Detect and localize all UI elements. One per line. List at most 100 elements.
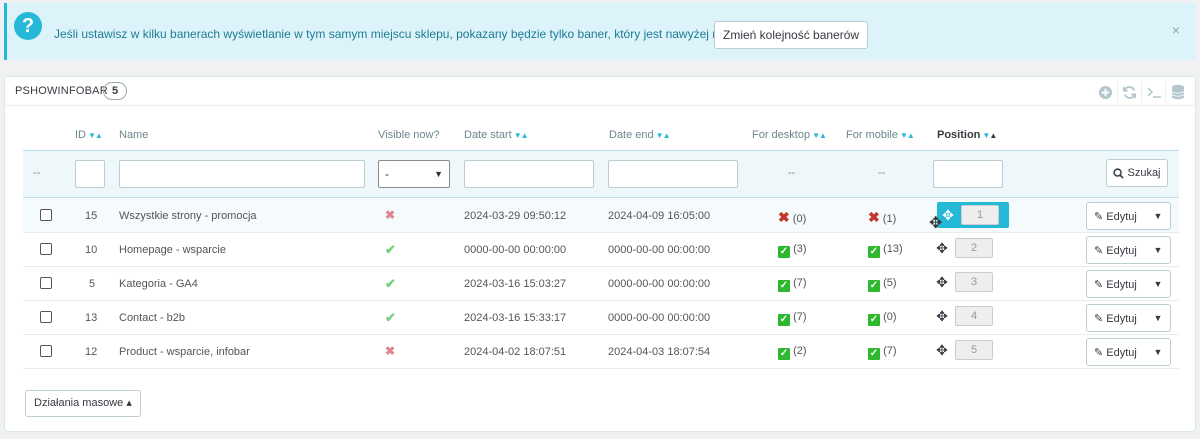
col-visible: Visible now? bbox=[378, 129, 440, 141]
move-icon[interactable]: ✥ bbox=[935, 274, 949, 291]
edit-button[interactable]: ✎ Edytuj ▼ bbox=[1086, 236, 1171, 264]
change-banner-order-button[interactable]: Zmień kolejność banerów bbox=[714, 21, 869, 49]
move-icon[interactable]: ✥ bbox=[935, 342, 949, 359]
table-row[interactable]: 5 Kategoria - GA4 ✔ 2024-03-16 15:03:27 0000… bbox=[23, 267, 1179, 301]
filter-visible-select[interactable]: - ▼ bbox=[378, 160, 450, 188]
row-id: 10 bbox=[85, 244, 98, 256]
row-mobile[interactable]: ✓ (7) bbox=[868, 345, 897, 360]
caret-down-icon[interactable]: ▼ bbox=[1146, 279, 1170, 289]
desktop-count: (0) bbox=[792, 213, 807, 225]
edit-text: Edytuj bbox=[1106, 278, 1137, 291]
bulk-actions-button[interactable]: Działania masowe ▴ bbox=[25, 390, 141, 417]
row-name: Wszystkie strony - promocja bbox=[119, 210, 257, 222]
row-desktop[interactable]: ✓ (2) bbox=[778, 345, 807, 360]
position-handle[interactable]: ✥ 5 bbox=[935, 340, 993, 360]
filter-position-input[interactable] bbox=[933, 160, 1003, 188]
row-desktop[interactable]: ✓ (7) bbox=[778, 277, 807, 292]
row-date-end: 0000-00-00 00:00:00 bbox=[608, 312, 711, 324]
close-icon[interactable]: × bbox=[1172, 22, 1180, 38]
sort-icon[interactable]: ▼▲ bbox=[900, 131, 915, 140]
filter-mobile-placeholder: -- bbox=[878, 167, 886, 179]
col-name: Name bbox=[119, 129, 149, 141]
mobile-count: (1) bbox=[882, 213, 897, 225]
move-icon[interactable]: ✥ bbox=[935, 240, 949, 257]
row-checkbox[interactable] bbox=[40, 277, 52, 289]
refresh-icon[interactable] bbox=[1117, 81, 1141, 103]
row-mobile[interactable]: ✓ (13) bbox=[868, 243, 903, 258]
row-name: Product - wsparcie, infobar bbox=[119, 346, 250, 358]
edit-button[interactable]: ✎ Edytuj ▼ bbox=[1086, 202, 1171, 230]
caret-down-icon[interactable]: ▼ bbox=[1146, 313, 1170, 323]
row-desktop[interactable]: ✓ (7) bbox=[778, 311, 807, 326]
row-desktop[interactable]: ✓ (3) bbox=[778, 243, 807, 258]
caret-down-icon[interactable]: ▼ bbox=[1146, 211, 1170, 221]
position-handle[interactable]: ✥ 1 bbox=[937, 202, 1009, 228]
edit-button[interactable]: ✎ Edytuj ▼ bbox=[1086, 270, 1171, 298]
bulk-select-placeholder: -- bbox=[33, 167, 41, 179]
filter-row: -- - ▼ -- -- Szukaj bbox=[23, 150, 1179, 198]
edit-label: ✎ Edytuj bbox=[1094, 244, 1137, 257]
sort-icon[interactable]: ▼▲ bbox=[812, 131, 827, 140]
row-date-end: 0000-00-00 00:00:00 bbox=[608, 244, 711, 256]
checked-box-icon: ✓ bbox=[778, 314, 790, 326]
cross-icon[interactable]: ✖ bbox=[385, 208, 395, 222]
caret-down-icon[interactable]: ▼ bbox=[1146, 245, 1170, 255]
search-button-label: Szukaj bbox=[1127, 167, 1161, 179]
col-id: ID ▼▲ bbox=[75, 129, 103, 141]
bulk-actions-label: Działania masowe bbox=[34, 397, 124, 409]
check-icon[interactable]: ✔ bbox=[385, 242, 396, 258]
filter-name-input[interactable] bbox=[119, 160, 365, 188]
check-icon[interactable]: ✔ bbox=[385, 310, 396, 326]
checked-box-icon: ✓ bbox=[868, 280, 880, 292]
position-value: 3 bbox=[955, 272, 993, 292]
row-name: Contact - b2b bbox=[119, 312, 186, 324]
position-handle[interactable]: ✥ 2 bbox=[935, 238, 993, 258]
move-icon[interactable]: ✥ bbox=[941, 207, 955, 224]
edit-button[interactable]: ✎ Edytuj ▼ bbox=[1086, 304, 1171, 332]
checked-box-icon: ✓ bbox=[778, 246, 790, 258]
sort-icon[interactable]: ▼▲ bbox=[982, 131, 997, 140]
caret-down-icon[interactable]: ▼ bbox=[1146, 347, 1170, 357]
position-handle[interactable]: ✥ 3 bbox=[935, 272, 993, 292]
edit-text: Edytuj bbox=[1106, 346, 1137, 359]
filter-date-end-input[interactable] bbox=[608, 160, 738, 188]
table-row[interactable]: 13 Contact - b2b ✔ 2024-03-16 15:33:17 0000-… bbox=[23, 301, 1179, 335]
row-desktop[interactable]: ✖ (0) bbox=[778, 209, 806, 226]
terminal-icon[interactable] bbox=[1141, 81, 1165, 103]
filter-id-input[interactable] bbox=[75, 160, 105, 188]
database-icon[interactable] bbox=[1165, 81, 1189, 103]
row-date-start: 2024-03-16 15:33:17 bbox=[464, 312, 567, 324]
row-checkbox[interactable] bbox=[40, 209, 52, 221]
row-id: 5 bbox=[89, 278, 96, 290]
desktop-count: (3) bbox=[793, 243, 807, 255]
sort-icon[interactable]: ▼▲ bbox=[656, 131, 671, 140]
row-mobile[interactable]: ✖ (1) bbox=[868, 209, 896, 226]
table-row[interactable]: 15 Wszystkie strony - promocja ✖ 2024-03-29… bbox=[23, 199, 1179, 233]
filter-date-start-input[interactable] bbox=[464, 160, 594, 188]
check-icon[interactable]: ✔ bbox=[385, 276, 396, 292]
cross-icon[interactable]: ✖ bbox=[385, 344, 395, 358]
row-checkbox[interactable] bbox=[40, 243, 52, 255]
row-date-end: 2024-04-09 16:05:00 bbox=[608, 210, 711, 222]
search-button[interactable]: Szukaj bbox=[1106, 159, 1168, 187]
sort-icon[interactable]: ▼▲ bbox=[514, 131, 529, 140]
checked-box-icon: ✓ bbox=[868, 246, 880, 258]
filter-visible-value: - bbox=[385, 167, 389, 181]
row-checkbox[interactable] bbox=[40, 345, 52, 357]
sort-icon[interactable]: ▼▲ bbox=[88, 131, 103, 140]
cross-icon: ✖ bbox=[778, 209, 790, 225]
edit-button[interactable]: ✎ Edytuj ▼ bbox=[1086, 338, 1171, 366]
row-mobile[interactable]: ✓ (5) bbox=[868, 277, 897, 292]
position-value: 5 bbox=[955, 340, 993, 360]
checked-box-icon: ✓ bbox=[778, 348, 790, 360]
row-checkbox[interactable] bbox=[40, 311, 52, 323]
add-icon[interactable] bbox=[1093, 81, 1117, 103]
table-row[interactable]: 12 Product - wsparcie, infobar ✖ 2024-04-02… bbox=[23, 335, 1179, 369]
row-mobile[interactable]: ✓ (0) bbox=[868, 311, 897, 326]
checked-box-icon: ✓ bbox=[868, 348, 880, 360]
table-row[interactable]: 10 Homepage - wsparcie ✔ 0000-00-00 00:00:0… bbox=[23, 233, 1179, 267]
move-icon[interactable]: ✥ bbox=[935, 308, 949, 325]
edit-label: ✎ Edytuj bbox=[1094, 346, 1137, 359]
row-date-start: 2024-03-16 15:03:27 bbox=[464, 278, 567, 290]
position-handle[interactable]: ✥ 4 bbox=[935, 306, 993, 326]
